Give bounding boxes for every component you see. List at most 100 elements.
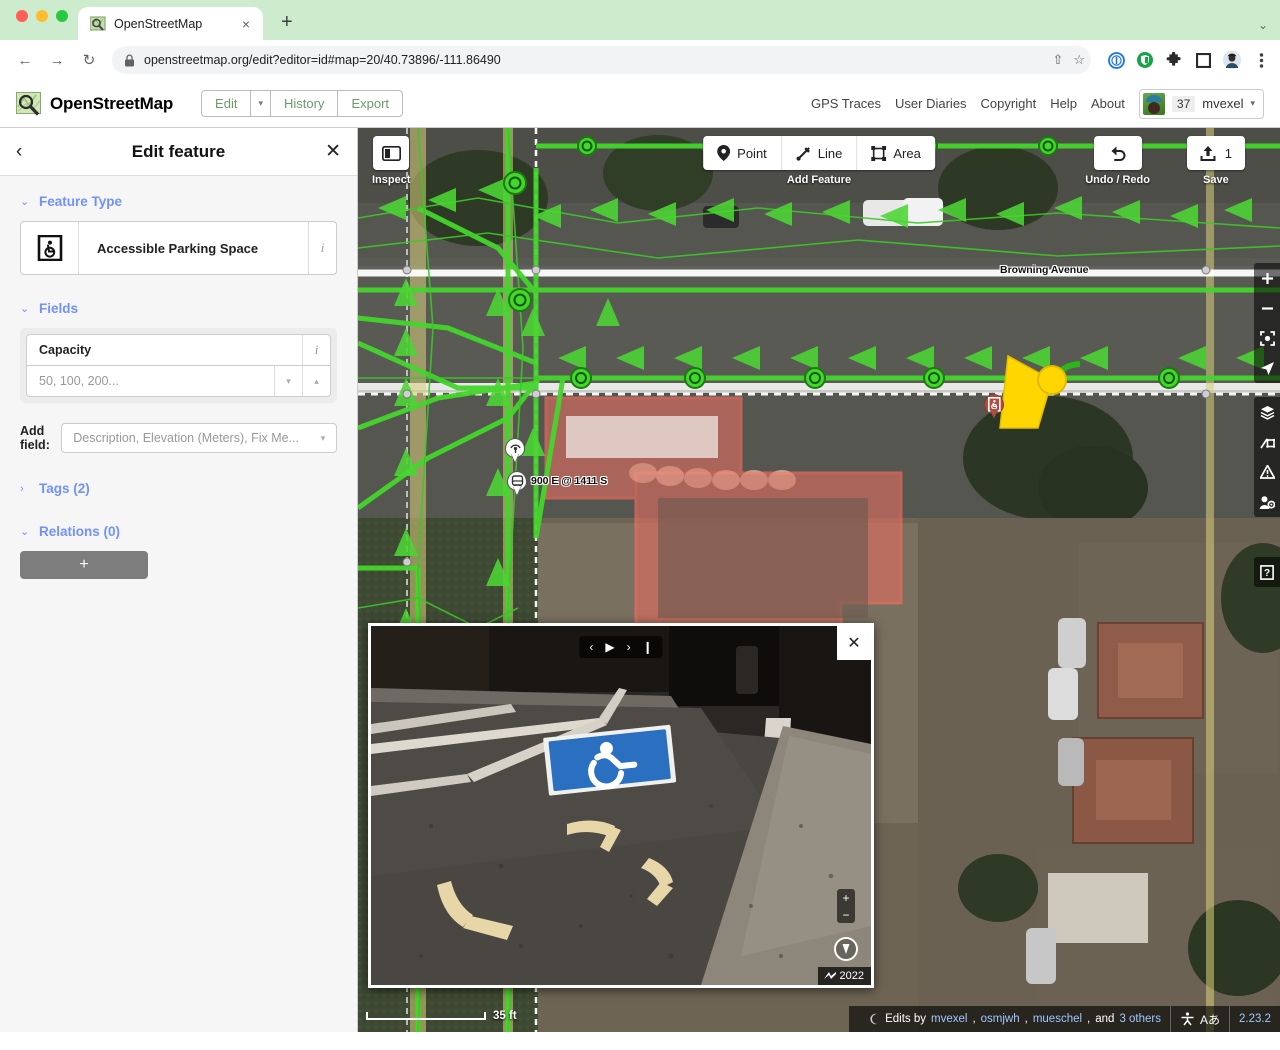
browser-tab[interactable]: OpenStreetMap × xyxy=(78,7,263,40)
link-help[interactable]: Help xyxy=(1050,96,1077,111)
export-button[interactable]: Export xyxy=(337,90,404,117)
section-relations[interactable]: ⌄ Relations (0) xyxy=(20,524,337,539)
window-traffic-lights[interactable] xyxy=(12,0,78,40)
capacity-increment-icon[interactable]: ▴ xyxy=(302,366,330,396)
street-level-photo-viewer[interactable]: ‹ ▶ › ❙ ✕ + − 2022 xyxy=(368,623,874,988)
tab-list-chevron-icon[interactable]: ⌄ xyxy=(1258,18,1268,32)
scale-line xyxy=(366,1012,486,1020)
issues-button[interactable] xyxy=(1254,457,1280,487)
close-icon[interactable]: ✕ xyxy=(321,140,341,163)
preset-row[interactable]: Accessible Parking Space i xyxy=(20,221,337,275)
omnibox-actions: ⇧ ☆ xyxy=(1052,52,1085,68)
add-area-button[interactable]: Area xyxy=(857,136,934,170)
profile-avatar-icon[interactable] xyxy=(1223,51,1241,69)
extensions-puzzle-icon[interactable] xyxy=(1165,51,1183,69)
photo-play-button[interactable]: ▶ xyxy=(605,640,614,654)
preferences-button[interactable] xyxy=(1254,487,1280,517)
map-canvas[interactable]: Browning Avenue 900 E @ 1411 S Inspect P… xyxy=(358,128,1280,1032)
edits-others-link[interactable]: 3 others xyxy=(1119,1013,1161,1025)
marker-bus-stop[interactable] xyxy=(507,471,527,497)
link-copyright[interactable]: Copyright xyxy=(981,96,1037,111)
tab-close-icon[interactable]: × xyxy=(237,16,255,32)
photo-playback-controls[interactable]: ‹ ▶ › ❙ xyxy=(579,636,663,658)
chevron-down-icon[interactable]: ▾ xyxy=(310,433,336,444)
help-button[interactable]: ? xyxy=(1254,557,1280,587)
capacity-decrement-icon[interactable]: ▾ xyxy=(274,366,302,396)
editor-link-1[interactable]: mvexel xyxy=(931,1013,967,1025)
user-menu[interactable]: 37 mvexel ▾ xyxy=(1138,88,1264,119)
photo-zoom-out-button[interactable]: − xyxy=(837,906,855,923)
zoom-out-button[interactable] xyxy=(1254,293,1280,323)
share-icon[interactable]: ⇧ xyxy=(1052,52,1063,68)
link-about[interactable]: About xyxy=(1091,96,1125,111)
bitwarden-icon[interactable] xyxy=(1136,51,1154,69)
edit-button[interactable]: Edit xyxy=(201,90,251,117)
photo-prev-button[interactable]: ‹ xyxy=(589,640,593,654)
capacity-field-block: Capacity i ▾ ▴ xyxy=(20,328,337,403)
undo-button[interactable] xyxy=(1093,136,1142,170)
marker-surveillance[interactable] xyxy=(505,438,525,464)
editor-link-3[interactable]: mueschel xyxy=(1033,1013,1082,1025)
osm-logo-link[interactable]: OpenStreetMap xyxy=(16,91,173,117)
chrome-menu-icon[interactable] xyxy=(1252,51,1270,69)
editor-link-2[interactable]: osmjwh xyxy=(981,1013,1020,1025)
photo-zoom-controls[interactable]: + − xyxy=(837,889,855,923)
edit-dropdown-caret-icon[interactable]: ▾ xyxy=(250,90,270,117)
window-minimize-button[interactable] xyxy=(36,10,48,22)
map-pin-icon xyxy=(717,145,731,161)
add-field-combobox[interactable]: Description, Elevation (Meters), Fix Me.… xyxy=(61,423,337,453)
add-point-button[interactable]: Point xyxy=(703,136,782,170)
window-maximize-button[interactable] xyxy=(56,10,68,22)
save-group[interactable]: 1 Save xyxy=(1186,136,1245,186)
back-icon[interactable]: ← xyxy=(10,45,40,75)
zoom-to-selection-button[interactable] xyxy=(1254,323,1280,353)
background-layers-button[interactable] xyxy=(1254,397,1280,427)
map-data-button[interactable] xyxy=(1254,427,1280,457)
add-line-button[interactable]: Line xyxy=(782,136,858,170)
zoom-controls xyxy=(1254,263,1280,383)
photo-zoom-in-button[interactable]: + xyxy=(837,889,855,906)
compass-icon[interactable] xyxy=(834,937,858,961)
window-close-button[interactable] xyxy=(16,10,28,22)
bookmark-star-icon[interactable]: ☆ xyxy=(1073,52,1085,68)
version-label[interactable]: 2.23.2 xyxy=(1229,1006,1280,1032)
add-point-label: Point xyxy=(737,145,767,161)
accessibility-locale-segment[interactable]: Aあ xyxy=(1170,1006,1229,1032)
reload-icon[interactable]: ↻ xyxy=(74,45,104,75)
svg-text:?: ? xyxy=(1264,568,1270,579)
accessible-parking-icon xyxy=(21,222,79,274)
add-relation-button[interactable]: + xyxy=(20,551,148,579)
osm-brand-text: OpenStreetMap xyxy=(50,93,174,113)
save-button[interactable]: 1 xyxy=(1186,136,1245,170)
sidebar-header: ‹ Edit feature ✕ xyxy=(0,128,357,176)
user-menu-caret-icon[interactable]: ▾ xyxy=(1250,98,1255,109)
link-user-diaries[interactable]: User Diaries xyxy=(895,96,967,111)
square-icon[interactable] xyxy=(1194,51,1212,69)
map-label-bus-stop: 900 E @ 1411 S xyxy=(531,475,608,487)
new-tab-button[interactable]: + xyxy=(281,11,293,34)
section-tags[interactable]: › Tags (2) xyxy=(20,481,337,496)
address-bar[interactable]: openstreetmap.org/edit?editor=id#map=20/… xyxy=(112,46,1091,74)
geolocate-button[interactable] xyxy=(1254,353,1280,383)
capacity-info-icon[interactable]: i xyxy=(302,335,330,365)
add-feature-caption: Add Feature xyxy=(786,174,852,186)
history-button[interactable]: History xyxy=(269,90,338,117)
marker-accessible-parking[interactable] xyxy=(984,394,1004,420)
preset-info-icon[interactable]: i xyxy=(308,222,336,274)
chevron-down-icon: ⌄ xyxy=(20,303,30,315)
undo-redo-group[interactable]: Undo / Redo xyxy=(1085,136,1150,186)
photo-stop-button[interactable]: ❙ xyxy=(643,640,653,654)
photo-close-button[interactable]: ✕ xyxy=(837,626,871,660)
1password-icon[interactable] xyxy=(1107,51,1125,69)
section-fields[interactable]: ⌄ Fields xyxy=(20,301,337,316)
photo-next-button[interactable]: › xyxy=(627,640,631,654)
forward-icon[interactable]: → xyxy=(42,45,72,75)
capacity-input[interactable] xyxy=(27,366,274,396)
section-feature-type[interactable]: ⌄ Feature Type xyxy=(20,194,337,209)
link-gps-traces[interactable]: GPS Traces xyxy=(811,96,881,111)
add-field-row: Add field: Description, Elevation (Meter… xyxy=(20,423,337,453)
zoom-in-button[interactable] xyxy=(1254,263,1280,293)
back-chevron-icon[interactable]: ‹ xyxy=(16,141,36,163)
sidebar-panel-icon[interactable] xyxy=(373,136,410,170)
inspect-mode-toggle[interactable]: Inspect xyxy=(372,136,411,186)
